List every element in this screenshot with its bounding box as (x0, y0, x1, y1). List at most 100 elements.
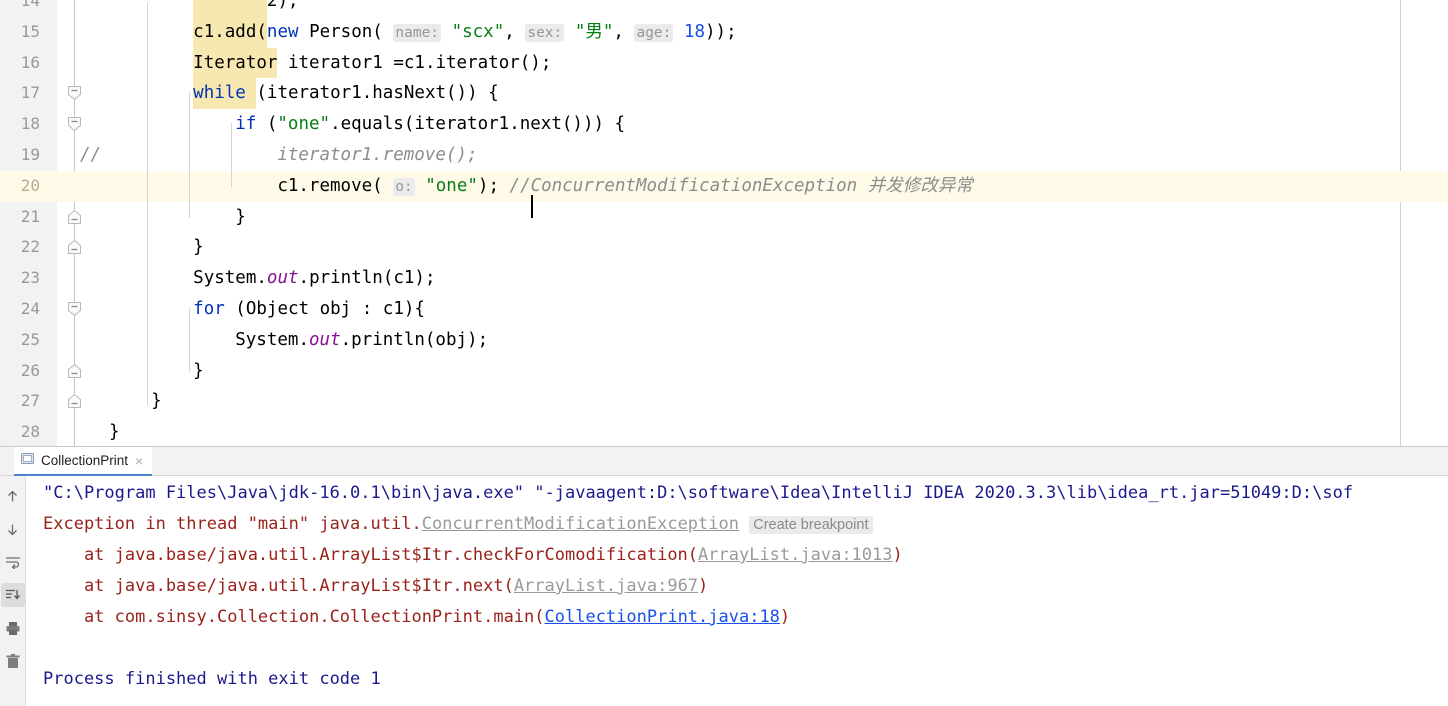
code-token: ConcurrentModificationException 并发修改异常 (530, 175, 973, 196)
code-line[interactable]: 16 Iterator iterator1 =c1.iterator(); (0, 48, 1448, 79)
code-token: Person( (309, 21, 394, 42)
fold-marker-collapse[interactable] (67, 85, 82, 101)
code-line-text: iterator1.remove(); (277, 140, 477, 171)
code-line[interactable]: 27} (0, 386, 1448, 417)
line-number: 21 (20, 206, 40, 226)
console-line (43, 633, 53, 664)
tab-collectionprint[interactable]: CollectionPrint × (14, 447, 153, 476)
code-token: } (151, 391, 162, 412)
stack-frame-text: at java.base/java.util.ArrayList$Itr.nex… (43, 576, 514, 596)
source-file-link[interactable]: ArrayList.java:967 (514, 576, 698, 596)
create-breakpoint-button[interactable]: Create breakpoint (749, 516, 873, 534)
line-number: 27 (20, 391, 40, 411)
code-token: new (266, 21, 310, 42)
code-token: iterator1.remove(); (277, 145, 478, 165)
code-token: for (193, 299, 225, 319)
console-output[interactable]: "C:\Program Files\Java\jdk-16.0.1\bin\ja… (26, 476, 1448, 706)
code-line-text: Iterator iterator1 =c1.iterator(); (193, 48, 551, 79)
code-line[interactable]: 22} (0, 232, 1448, 263)
code-line[interactable]: 28} (0, 417, 1448, 446)
code-line-text: System.out.println(c1); (193, 263, 435, 294)
code-token: ( (256, 114, 278, 135)
code-line[interactable]: 25 System.out.println(obj); (0, 325, 1448, 356)
console-line: at com.sinsy.Collection.CollectionPrint.… (43, 602, 790, 633)
stack-frame-tail: ) (779, 607, 791, 627)
fold-marker-collapse[interactable] (67, 301, 82, 317)
code-line-text: c1.add(new Person( name: "scx", sex: "男"… (193, 17, 737, 49)
scroll-to-end-icon[interactable] (0, 583, 25, 607)
fold-marker-end[interactable] (67, 239, 82, 255)
code-line-text: } (193, 356, 204, 387)
parameter-hint: o: (393, 177, 415, 196)
run-configuration-icon (21, 452, 34, 470)
stack-frame-text: at java.base/java.util.ArrayList$Itr.che… (43, 545, 699, 565)
console-line: at java.base/java.util.ArrayList$Itr.nex… (43, 571, 708, 602)
code-token: (Object obj : c1){ (224, 299, 425, 319)
code-token: "one" (277, 114, 331, 135)
console-side-toolbar[interactable] (0, 476, 26, 706)
code-line-text: } (151, 386, 162, 417)
line-number: 22 (20, 237, 40, 257)
source-file-link[interactable]: ArrayList.java:1013 (698, 545, 892, 565)
code-token: if (235, 114, 257, 135)
code-token: out (309, 329, 341, 350)
code-line[interactable]: 23 System.out.println(c1); (0, 263, 1448, 294)
code-line[interactable]: 15 c1.add(new Person( name: "scx", sex: "… (0, 17, 1448, 48)
code-line[interactable]: 26} (0, 356, 1448, 387)
run-tabs-row[interactable]: CollectionPrint × (0, 447, 1448, 476)
code-token: c1.remove( (277, 175, 394, 196)
indent-guide (189, 308, 191, 372)
code-line-text: c1.remove( o: "one"); //ConcurrentModifi… (277, 171, 973, 218)
line-number: 23 (20, 268, 40, 288)
code-token: .println(c1); (298, 268, 436, 289)
code-token: "scx" (451, 21, 505, 42)
rerun-up-icon[interactable] (1, 484, 25, 508)
code-token: .println(obj); (340, 329, 489, 350)
console-line: "C:\Program Files\Java\jdk-16.0.1\bin\ja… (43, 478, 1353, 509)
clear-all-icon[interactable] (1, 649, 25, 673)
close-icon[interactable]: × (135, 454, 143, 468)
soft-wrap-icon[interactable] (1, 550, 25, 574)
indent-guide (231, 123, 233, 187)
code-line[interactable]: 18 if ("one".equals(iterator1.next())) { (0, 109, 1448, 140)
line-number: 20 (20, 175, 40, 195)
line-number: 24 (20, 299, 40, 318)
code-token: , (613, 21, 635, 42)
code-line[interactable]: 19 // iterator1.remove(); (0, 140, 1448, 171)
run-tool-window[interactable]: CollectionPrint × "C:\Program Files\Java… (0, 446, 1448, 706)
code-token: } (193, 360, 204, 381)
code-line-text: } (193, 232, 204, 263)
code-token: .equals(iterator1.next())) { (330, 114, 626, 135)
arrow-down-icon[interactable] (1, 517, 25, 541)
exception-message: Exception in thread "main" java.util. (43, 514, 422, 534)
stack-frame-text: at com.sinsy.Collection.CollectionPrint.… (43, 607, 545, 627)
source-file-link[interactable]: CollectionPrint.java:18 (545, 607, 780, 627)
code-token: while (193, 83, 246, 104)
code-token: ); (477, 175, 510, 196)
code-token: } (109, 422, 120, 443)
code-line[interactable]: 24 for (Object obj : c1){ (0, 294, 1448, 325)
code-token: c1.add( (193, 21, 267, 42)
fold-marker-end[interactable] (67, 393, 82, 409)
code-token: 18 (683, 21, 706, 42)
stack-frame-tail: ) (892, 545, 903, 565)
code-line[interactable]: 20 c1.remove( o: "one"); //ConcurrentModi… (0, 171, 1448, 218)
fold-marker-collapse[interactable] (67, 116, 82, 132)
code-editor[interactable]: 14c1.add(2);15c1.add(new Person( name: "… (0, 0, 1448, 446)
code-line[interactable]: 21} (0, 202, 1448, 233)
code-token: // (509, 175, 531, 196)
code-token: (iterator1.hasNext()) { (245, 83, 499, 104)
code-line-text: } (109, 417, 120, 446)
code-line[interactable]: 17 while (iterator1.hasNext()) { (0, 78, 1448, 109)
code-token: System. (235, 329, 309, 350)
print-icon[interactable] (1, 616, 25, 640)
exception-class-link[interactable]: ConcurrentModificationException (422, 514, 739, 534)
code-token: } (235, 206, 246, 227)
fold-marker-end[interactable] (67, 363, 82, 378)
fold-marker-end[interactable] (67, 209, 82, 224)
console-line: Exception in thread "main" java.util.Con… (43, 509, 873, 541)
usage-highlight (193, 0, 267, 17)
